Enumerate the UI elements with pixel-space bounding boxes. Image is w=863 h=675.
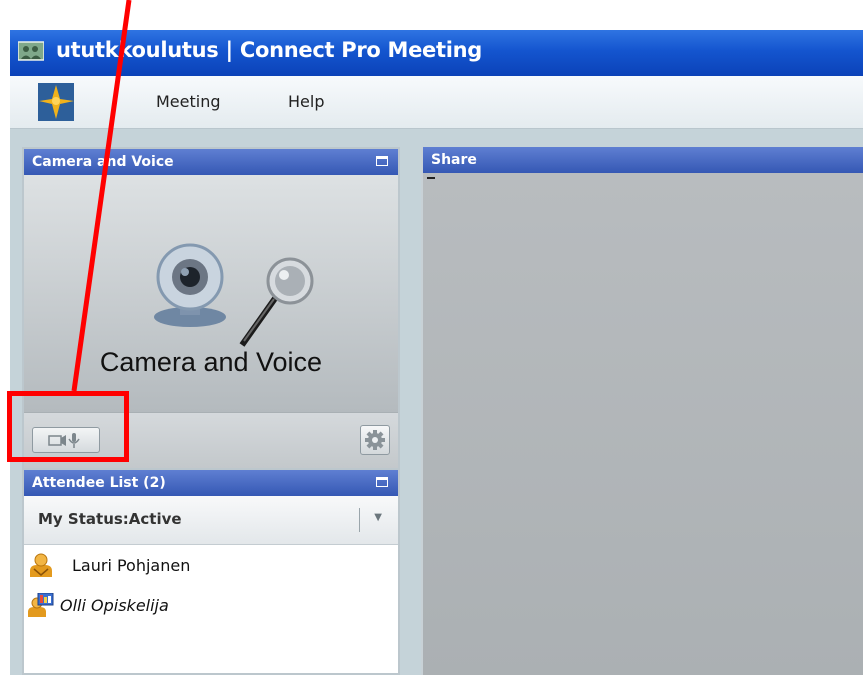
attendee-name: Lauri Pohjanen: [72, 556, 191, 575]
list-item[interactable]: Lauri Pohjanen: [24, 545, 398, 585]
menu-bar: Meeting Help: [10, 76, 863, 129]
menu-meeting[interactable]: Meeting: [156, 92, 221, 111]
attendee-pod-header: Attendee List (2): [24, 470, 398, 496]
share-cursor-mark: [427, 177, 435, 179]
host-user-icon: [30, 553, 52, 577]
maximize-icon[interactable]: [376, 156, 388, 166]
webcam-microphone-graphic: [154, 243, 314, 347]
my-status-dropdown[interactable]: My Status:Active ▼: [24, 496, 398, 545]
attendee-list: Lauri Pohjanen Olli Opiskelija: [24, 545, 398, 673]
chevron-down-icon[interactable]: ▼: [374, 512, 382, 523]
share-area[interactable]: [423, 173, 863, 675]
menu-help[interactable]: Help: [288, 92, 324, 111]
annotation-highlight-box: [7, 391, 129, 462]
window-title: ututkkoulutus | Connect Pro Meeting: [56, 38, 483, 62]
share-pod-header: Share: [423, 147, 863, 173]
gear-icon: [365, 430, 385, 450]
camera-voice-label: Camera and Voice: [99, 347, 323, 377]
share-pod: Share: [421, 147, 863, 675]
title-bar: ututkkoulutus | Connect Pro Meeting: [10, 30, 863, 76]
pod-options-button[interactable]: [360, 425, 390, 455]
participant-user-icon: [28, 593, 54, 617]
my-status-label: My Status:Active: [38, 510, 182, 528]
attendee-pod-title: Attendee List (2): [32, 475, 166, 491]
attendee-name: Olli Opiskelija: [60, 596, 169, 615]
camera-pod-header: Camera and Voice: [24, 149, 398, 175]
share-pod-title: Share: [431, 152, 477, 168]
maximize-icon[interactable]: [376, 477, 388, 487]
camera-voice-area: Camera and Voice: [24, 175, 398, 413]
status-divider: [359, 508, 360, 532]
list-item[interactable]: Olli Opiskelija: [24, 585, 398, 625]
meeting-window: ututkkoulutus | Connect Pro Meeting Meet…: [10, 30, 863, 675]
connect-logo: [38, 83, 74, 121]
app-icon: [18, 41, 44, 61]
attendee-list-pod: Attendee List (2) My Status:Active ▼ Lau…: [22, 470, 400, 675]
camera-pod-title: Camera and Voice: [32, 154, 174, 170]
